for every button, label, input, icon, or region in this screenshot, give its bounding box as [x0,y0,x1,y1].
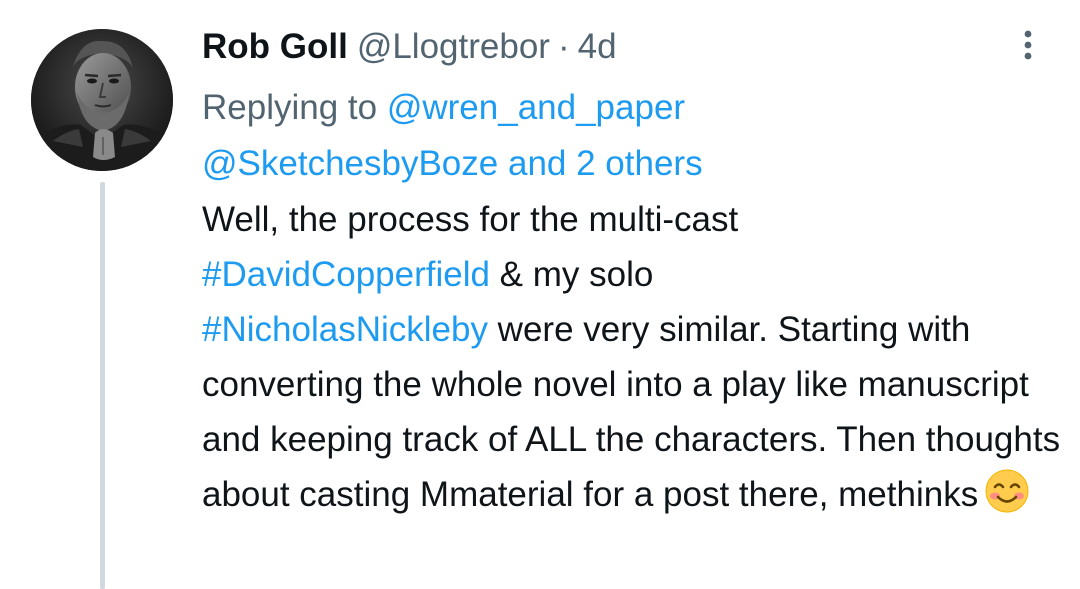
hashtag-davidcopperfield[interactable]: #DavidCopperfield [202,255,490,294]
tweet-text-part-2: & my solo [489,255,654,294]
mention-wren-and-paper[interactable]: @wren_and_paper [387,88,685,127]
others-link[interactable]: and 2 others [508,144,703,183]
tweet[interactable]: Rob Goll @Llogtrebor · 4d Replying to @w… [0,0,1080,589]
tweet-header: Rob Goll @Llogtrebor · 4d [202,24,617,70]
smiling-face-emoji-icon [984,468,1030,530]
display-name[interactable]: Rob Goll [202,27,348,67]
more-options-button[interactable] [1008,22,1048,68]
tweet-text-part-1: Well, the process for the multi-cast [202,200,739,239]
replying-to: Replying to @wren_and_paper @SketchesbyB… [202,80,1002,192]
tweet-text: Well, the process for the multi-cast #Dav… [202,192,1072,530]
hashtag-nicholasnickleby[interactable]: #NicholasNickleby [202,310,488,349]
separator-dot: · [557,27,570,66]
mention-sketchesbyboze[interactable]: @SketchesbyBoze [202,144,498,183]
thread-line [100,182,105,589]
timestamp[interactable]: 4d [578,27,617,67]
more-vertical-icon [1024,30,1032,60]
replying-to-label: Replying to [202,88,378,127]
user-handle[interactable]: @Llogtrebor [357,27,550,67]
avatar[interactable] [31,29,173,171]
